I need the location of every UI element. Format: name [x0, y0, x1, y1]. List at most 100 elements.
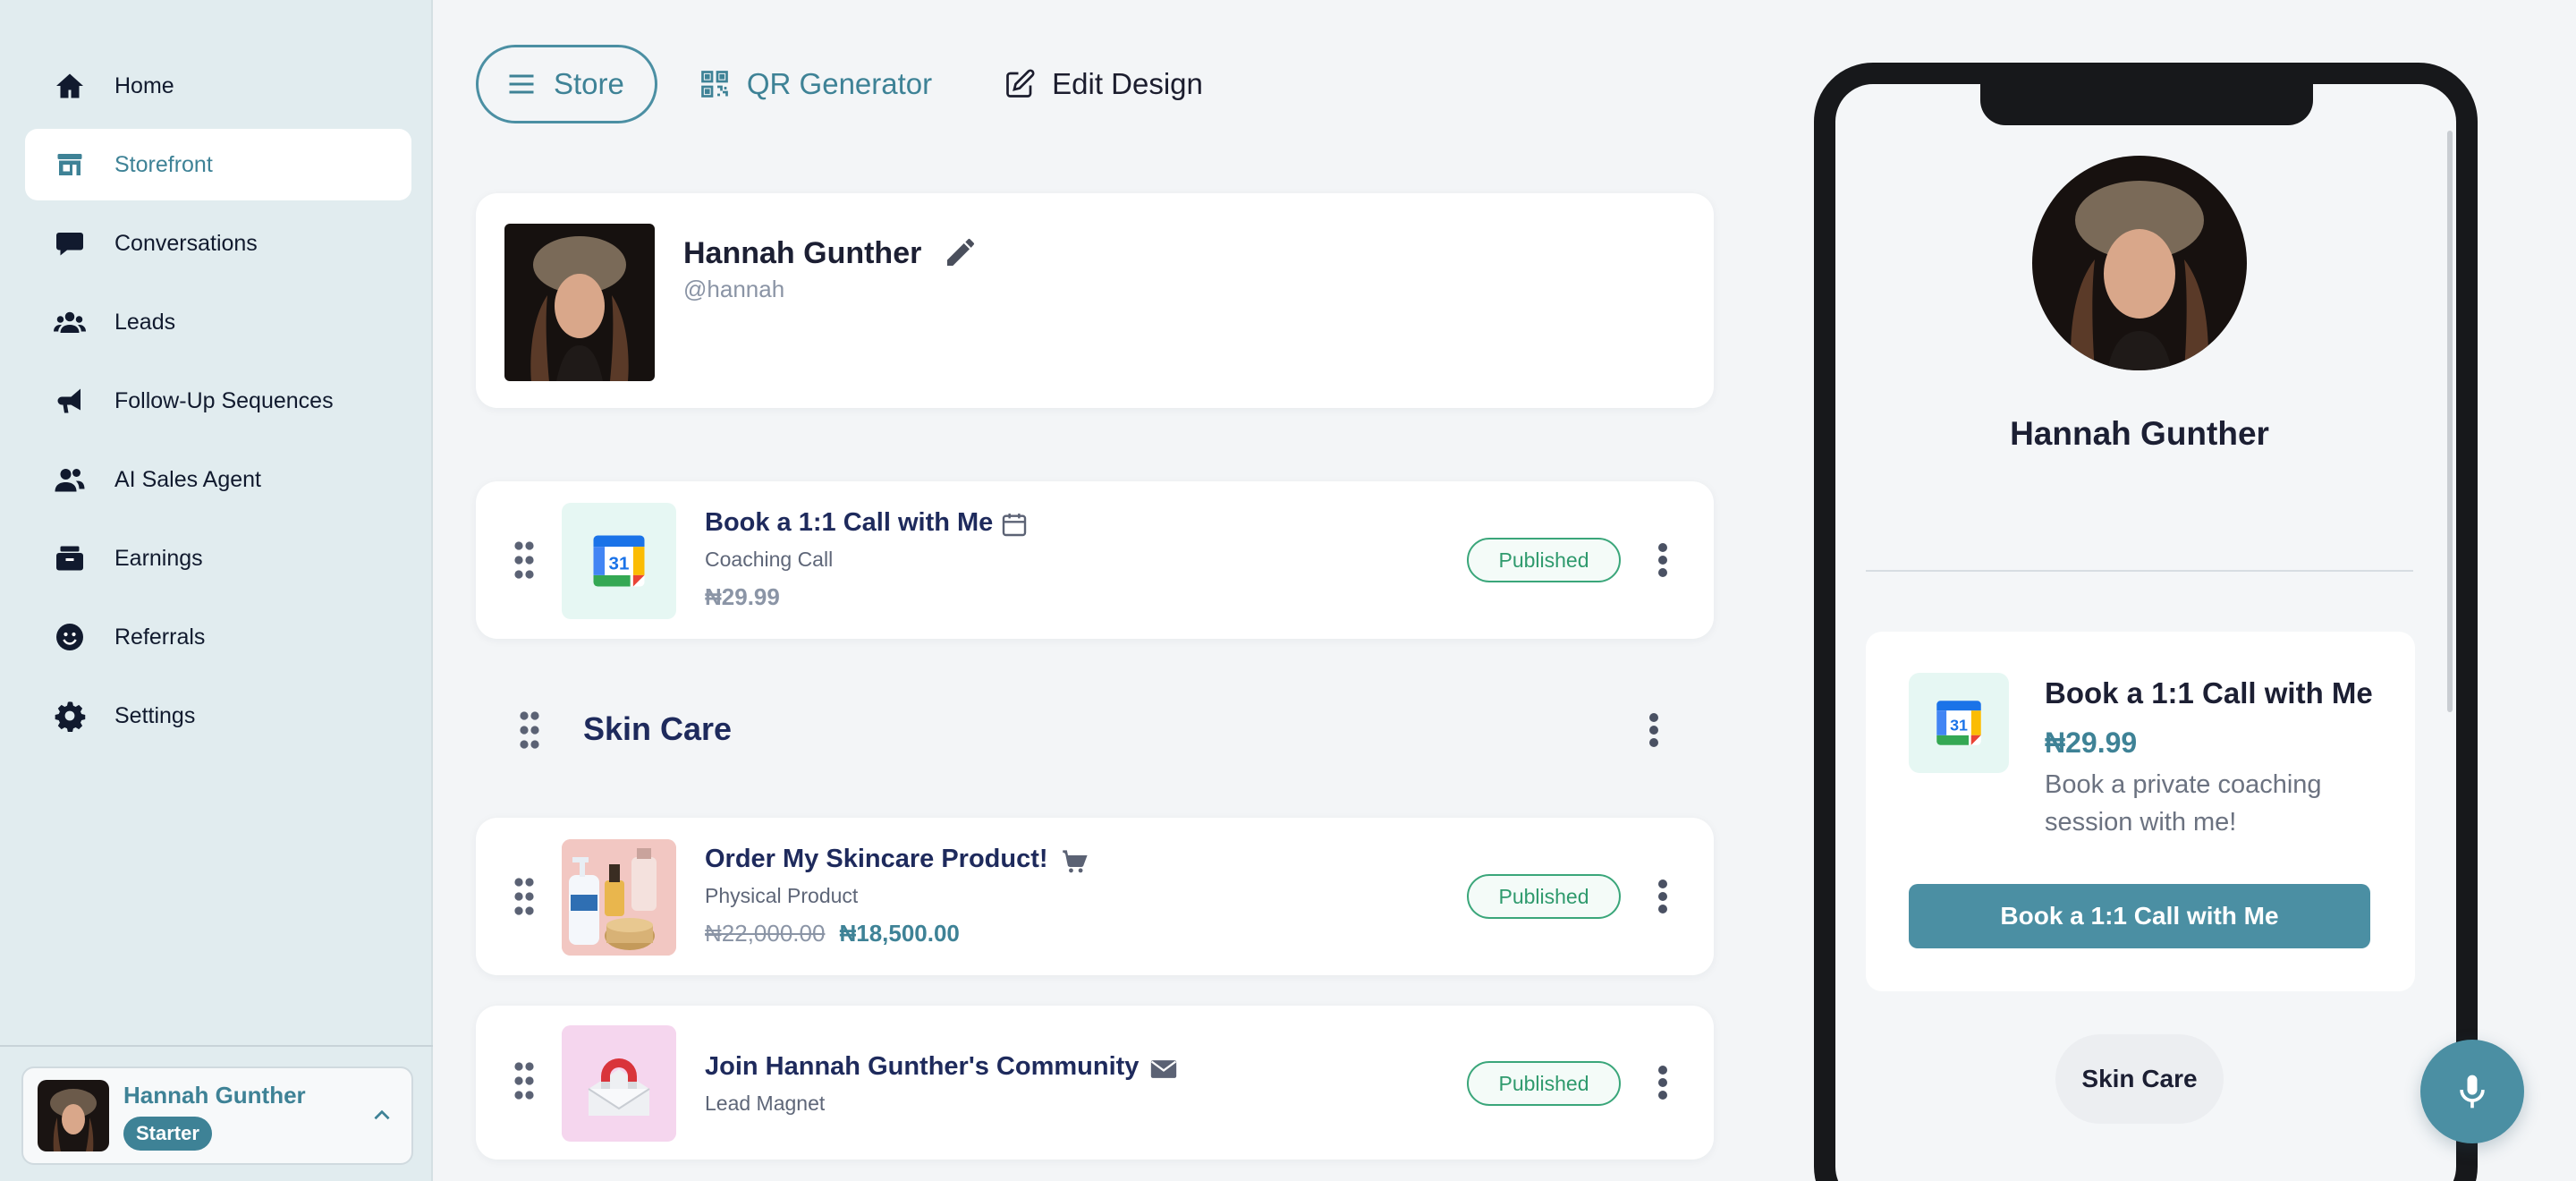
- svg-text:31: 31: [1950, 716, 1968, 734]
- tab-store[interactable]: Store: [476, 45, 657, 123]
- product-thumbnail: [562, 839, 676, 956]
- top-tabs: Store QR Generator Edit Design: [476, 45, 1203, 123]
- preview-avatar: [2032, 156, 2247, 370]
- sidebar-item-referrals[interactable]: Referrals: [25, 601, 411, 673]
- cart-icon: [1063, 850, 1088, 873]
- sidebar-nav: Home Storefront Conversations Leads Foll…: [25, 50, 411, 759]
- preview-scrollbar[interactable]: [2447, 131, 2453, 712]
- tab-qr-label: QR Generator: [746, 67, 933, 100]
- product-type: Lead Magnet: [705, 1092, 826, 1115]
- storefront-icon: [54, 149, 86, 181]
- pencil-icon[interactable]: [943, 234, 979, 270]
- chat-bubble-icon: [54, 227, 86, 259]
- envelope-icon: [1150, 1060, 1177, 1078]
- sale-price: ₦18,500.00: [839, 920, 960, 947]
- status-badge: Published: [1467, 874, 1621, 919]
- product-price-group: ₦22,000.00 ₦18,500.00: [705, 920, 960, 947]
- plan-badge: Starter: [123, 1116, 212, 1151]
- google-calendar-icon: 31: [593, 535, 645, 587]
- more-options-icon[interactable]: [1657, 1065, 1669, 1100]
- gear-icon: [54, 700, 86, 732]
- wallet-icon: [54, 542, 86, 574]
- section-title: Skin Care: [583, 710, 733, 747]
- microphone-icon: [2460, 1075, 2485, 1109]
- status-badge: Published: [1467, 538, 1621, 582]
- profile-header-card: [476, 193, 1714, 408]
- account-name: Hannah Gunther: [123, 1081, 306, 1109]
- preview-divider: [1866, 570, 2413, 572]
- sidebar-item-settings[interactable]: Settings: [25, 680, 411, 752]
- home-icon: [54, 70, 86, 102]
- skincare-products-image: [562, 839, 676, 956]
- more-options-icon[interactable]: [1657, 879, 1669, 914]
- magnet-envelope-icon: [562, 1026, 676, 1141]
- sidebar-item-leads[interactable]: Leads: [25, 286, 411, 358]
- sidebar-item-storefront[interactable]: Storefront: [25, 129, 411, 200]
- tab-qr-generator[interactable]: QR Generator: [699, 67, 932, 101]
- sidebar-item-label: Conversations: [114, 230, 258, 256]
- sidebar-item-label: Earnings: [114, 545, 203, 571]
- profile-photo[interactable]: [504, 224, 655, 381]
- product-title: Join Hannah Gunther's Community: [705, 1052, 1140, 1081]
- more-options-icon[interactable]: [1657, 542, 1669, 578]
- sidebar-item-earnings[interactable]: Earnings: [25, 523, 411, 594]
- product-title: Book a 1:1 Call with Me: [705, 508, 994, 537]
- sidebar-item-label: Referrals: [114, 624, 206, 650]
- avatar: [38, 1080, 109, 1151]
- google-calendar-icon: 31: [1936, 701, 1981, 745]
- smile-icon: [54, 621, 86, 653]
- more-options-icon[interactable]: [1648, 712, 1660, 748]
- product-title: Order My Skincare Product!: [705, 845, 1048, 873]
- sidebar-item-home[interactable]: Home: [25, 50, 411, 122]
- product-thumbnail: [562, 1025, 676, 1142]
- product-row[interactable]: Join Hannah Gunther's Community Lead Mag…: [476, 1006, 1714, 1160]
- sidebar-item-label: Leads: [114, 309, 176, 335]
- tab-edit-design[interactable]: Edit Design: [1004, 67, 1203, 101]
- sidebar-item-conversations[interactable]: Conversations: [25, 208, 411, 279]
- sidebar-divider: [0, 1045, 433, 1047]
- user-group-icon: [54, 463, 86, 496]
- preview-product-thumbnail: 31: [1909, 673, 2009, 773]
- original-price: ₦22,000.00: [705, 920, 826, 947]
- sidebar-item-label: Settings: [114, 702, 196, 728]
- status-badge: Published: [1467, 1061, 1621, 1106]
- phone-notch: [1980, 77, 2313, 125]
- sidebar-item-label: Storefront: [114, 151, 213, 177]
- product-type: Coaching Call: [705, 548, 834, 571]
- svg-text:31: 31: [609, 554, 630, 574]
- edit-icon: [1006, 69, 1035, 98]
- megaphone-icon: [54, 385, 86, 417]
- sidebar-item-ai-sales-agent[interactable]: AI Sales Agent: [25, 444, 411, 515]
- sidebar-item-label: Follow-Up Sequences: [114, 387, 334, 413]
- sidebar-item-follow-up-sequences[interactable]: Follow-Up Sequences: [25, 365, 411, 437]
- tab-store-label: Store: [554, 67, 624, 100]
- preview-section-pill[interactable]: Skin Care: [2055, 1034, 2224, 1124]
- drag-handle-icon[interactable]: [513, 540, 535, 580]
- product-row[interactable]: Order My Skincare Product! Physical Prod…: [476, 818, 1714, 975]
- drag-handle-icon[interactable]: [513, 1061, 535, 1100]
- preview-product-description: Book a private coaching session with me!: [2045, 770, 2322, 837]
- preview-book-call-button[interactable]: Book a 1:1 Call with Me: [1909, 884, 2370, 948]
- product-price: ₦29.99: [705, 583, 780, 610]
- profile-handle: @hannah: [683, 276, 785, 302]
- account-switcher[interactable]: Hannah Gunther Starter: [21, 1066, 413, 1165]
- calendar-icon: [1002, 514, 1027, 537]
- sidebar: Home Storefront Conversations Leads Foll…: [0, 0, 433, 1181]
- voice-assistant-button[interactable]: [2420, 1040, 2524, 1143]
- product-thumbnail: 31: [562, 503, 676, 619]
- preview-product-price: ₦29.99: [2045, 726, 2138, 759]
- drag-handle-icon[interactable]: [519, 710, 540, 750]
- preview-product-title: Book a 1:1 Call with Me: [2045, 676, 2373, 709]
- qr-code-icon: [701, 71, 728, 98]
- menu-icon: [509, 74, 534, 94]
- profile-name: Hannah Gunther: [683, 236, 922, 270]
- users-icon: [54, 306, 86, 338]
- sidebar-item-label: AI Sales Agent: [114, 466, 262, 492]
- drag-handle-icon[interactable]: [513, 877, 535, 916]
- tab-edit-label: Edit Design: [1052, 67, 1203, 100]
- product-type: Physical Product: [705, 884, 859, 907]
- chevron-up-icon: [374, 1109, 390, 1120]
- preview-name: Hannah Gunther: [2010, 415, 2269, 452]
- sidebar-item-label: Home: [114, 72, 174, 98]
- product-row[interactable]: 31 Book a 1:1 Call with Me Coaching Call…: [476, 481, 1714, 639]
